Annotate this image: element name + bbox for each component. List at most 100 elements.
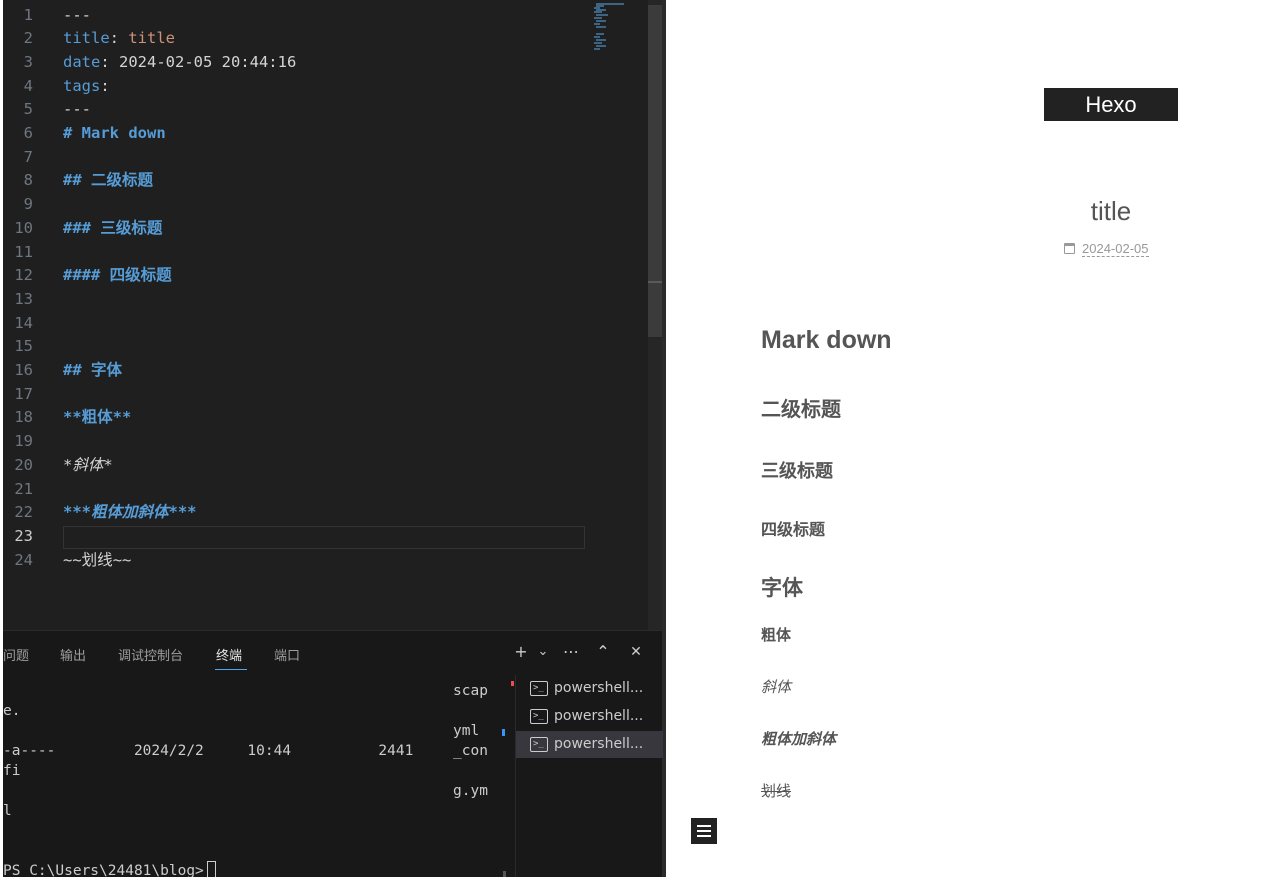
line-number: 3: [23, 52, 33, 71]
code-line[interactable]: 3 date: 2024-02-05 20:44:16: [3, 51, 648, 75]
terminal-session[interactable]: >_ powershell...: [516, 675, 663, 702]
line-content: ~~划线~~: [63, 549, 131, 573]
line-content: ### 三级标题: [63, 217, 162, 241]
code-line[interactable]: 7: [3, 146, 648, 170]
chevron-down-icon[interactable]: ⌄: [532, 641, 554, 663]
markdown-heading: ## 字体: [63, 361, 122, 379]
terminal-icon: >_: [530, 681, 548, 696]
frontmatter-delimiter: ---: [63, 5, 91, 24]
line-content: #### 四级标题: [63, 264, 172, 288]
line-number: 23: [14, 526, 33, 545]
minimap-line: [596, 33, 604, 35]
code-line[interactable]: 17: [3, 383, 648, 407]
line-content: **粗体**: [63, 406, 131, 430]
terminal-line: l: [3, 803, 12, 819]
markdown-marker: ***: [168, 503, 197, 522]
markdown-heading: ### 三级标题: [63, 218, 163, 237]
terminal-info-marker: [502, 729, 505, 736]
bold-text: 粗体: [761, 627, 792, 644]
yaml-colon: :: [100, 52, 119, 71]
heading-3: 三级标题: [761, 461, 833, 481]
heading-1: Mark down: [761, 326, 892, 354]
tab-output[interactable]: 输出: [60, 645, 86, 664]
code-line[interactable]: 14: [3, 312, 648, 336]
line-content: ---: [63, 4, 91, 28]
post-meta: 2024-02-05: [1064, 241, 1149, 257]
line-content: ## 二级标题: [63, 169, 153, 193]
code-line[interactable]: 15: [3, 335, 648, 359]
line-content: date: 2024-02-05 20:44:16: [63, 51, 296, 75]
code-line[interactable]: 22 ***粗体加斜体***: [3, 501, 648, 525]
tab-terminal[interactable]: 终端: [216, 645, 242, 664]
code-editor[interactable]: 1 --- 2 title: title 3 date: 2024-02-05 20:44…: [3, 0, 648, 630]
code-line[interactable]: 20 *斜体*: [3, 454, 648, 478]
tab-debug-console[interactable]: 调试控制台: [118, 645, 183, 664]
line-number: 22: [14, 503, 33, 522]
terminal-line: e.: [3, 703, 21, 719]
code-line[interactable]: 5 ---: [3, 98, 648, 122]
line-number: 2: [23, 29, 33, 48]
line-number: 4: [23, 76, 33, 95]
minimap-line: [594, 11, 602, 13]
terminal-prompt[interactable]: PS C:\Users\24481\blog>: [3, 861, 216, 877]
code-line[interactable]: 21: [3, 478, 648, 502]
terminal-scrollbar[interactable]: [503, 871, 506, 877]
italic-text: 斜体: [761, 679, 792, 696]
code-line[interactable]: 10 ### 三级标题: [3, 217, 648, 241]
code-line[interactable]: 13: [3, 288, 648, 312]
yaml-value: title: [128, 29, 176, 48]
editor-pane: 1 --- 2 title: title 3 date: 2024-02-05 20:44…: [0, 0, 666, 877]
line-number: 14: [14, 313, 33, 332]
code-line[interactable]: 4 tags:: [3, 75, 648, 99]
tab-problems[interactable]: 问题: [3, 645, 29, 664]
bottom-panel: 问题 输出 调试控制台 终端 端口 + ⌄ ⋯ ⌃ ✕ scap e. yml …: [3, 630, 663, 877]
menu-icon[interactable]: [691, 818, 717, 844]
close-panel-button[interactable]: ✕: [625, 641, 647, 663]
frontmatter-delimiter: ---: [63, 100, 91, 119]
code-line[interactable]: 16 ## 字体: [3, 359, 648, 383]
editor-scrollbar-thumb[interactable]: [648, 5, 662, 337]
code-line[interactable]: 6 # Mark down: [3, 122, 648, 146]
tab-ports[interactable]: 端口: [274, 645, 300, 664]
yaml-key: title: [63, 29, 110, 48]
markdown-heading: #### 四级标题: [63, 266, 172, 285]
post-date[interactable]: 2024-02-05: [1082, 241, 1149, 257]
markdown-strikethrough: 划线: [81, 550, 113, 569]
heading-4: 四级标题: [761, 522, 826, 539]
terminal-line: fi: [3, 763, 21, 779]
terminal-session-label: powershell...: [554, 708, 644, 724]
maximize-panel-button[interactable]: ⌃: [592, 641, 614, 663]
new-terminal-button[interactable]: +: [510, 641, 532, 663]
terminal-line: scap: [453, 683, 488, 699]
calendar-icon: [1064, 243, 1075, 254]
yaml-key: date: [63, 52, 101, 71]
code-line[interactable]: 12 #### 四级标题: [3, 264, 648, 288]
minimap[interactable]: [588, 0, 648, 60]
terminal-session-selected[interactable]: >_ powershell...: [516, 731, 663, 758]
terminal-line: g.ym: [453, 783, 488, 799]
markdown-bold-italic: 粗体加斜体: [91, 503, 169, 522]
yaml-value: 2024-02-05 20:44:16: [119, 52, 297, 71]
line-content: ---: [63, 98, 91, 122]
minimap-line: [594, 48, 600, 50]
line-content: tags:: [63, 75, 110, 99]
code-line[interactable]: 19: [3, 430, 648, 454]
more-actions-button[interactable]: ⋯: [560, 641, 582, 663]
terminal-cursor: [206, 861, 216, 877]
code-line[interactable]: 24 ~~划线~~: [3, 549, 648, 573]
window-edge: [0, 0, 3, 877]
terminal-output[interactable]: scap e. yml -a---- 2024/2/2 10:44 2441 _…: [3, 675, 513, 877]
yaml-colon: :: [109, 29, 129, 48]
code-line[interactable]: 8 ## 二级标题: [3, 169, 648, 193]
terminal-session[interactable]: >_ powershell...: [516, 703, 663, 730]
terminal-line: yml: [453, 723, 480, 739]
code-line[interactable]: 11: [3, 241, 648, 265]
code-line[interactable]: 18 **粗体**: [3, 406, 648, 430]
minimap-line: [594, 23, 600, 25]
code-line[interactable]: 9: [3, 193, 648, 217]
code-line[interactable]: 2 title: title: [3, 27, 648, 51]
line-number: 11: [14, 242, 33, 261]
code-line[interactable]: 1 ---: [3, 4, 648, 28]
site-brand[interactable]: Hexo: [1044, 88, 1178, 121]
line-number: 9: [23, 195, 33, 214]
